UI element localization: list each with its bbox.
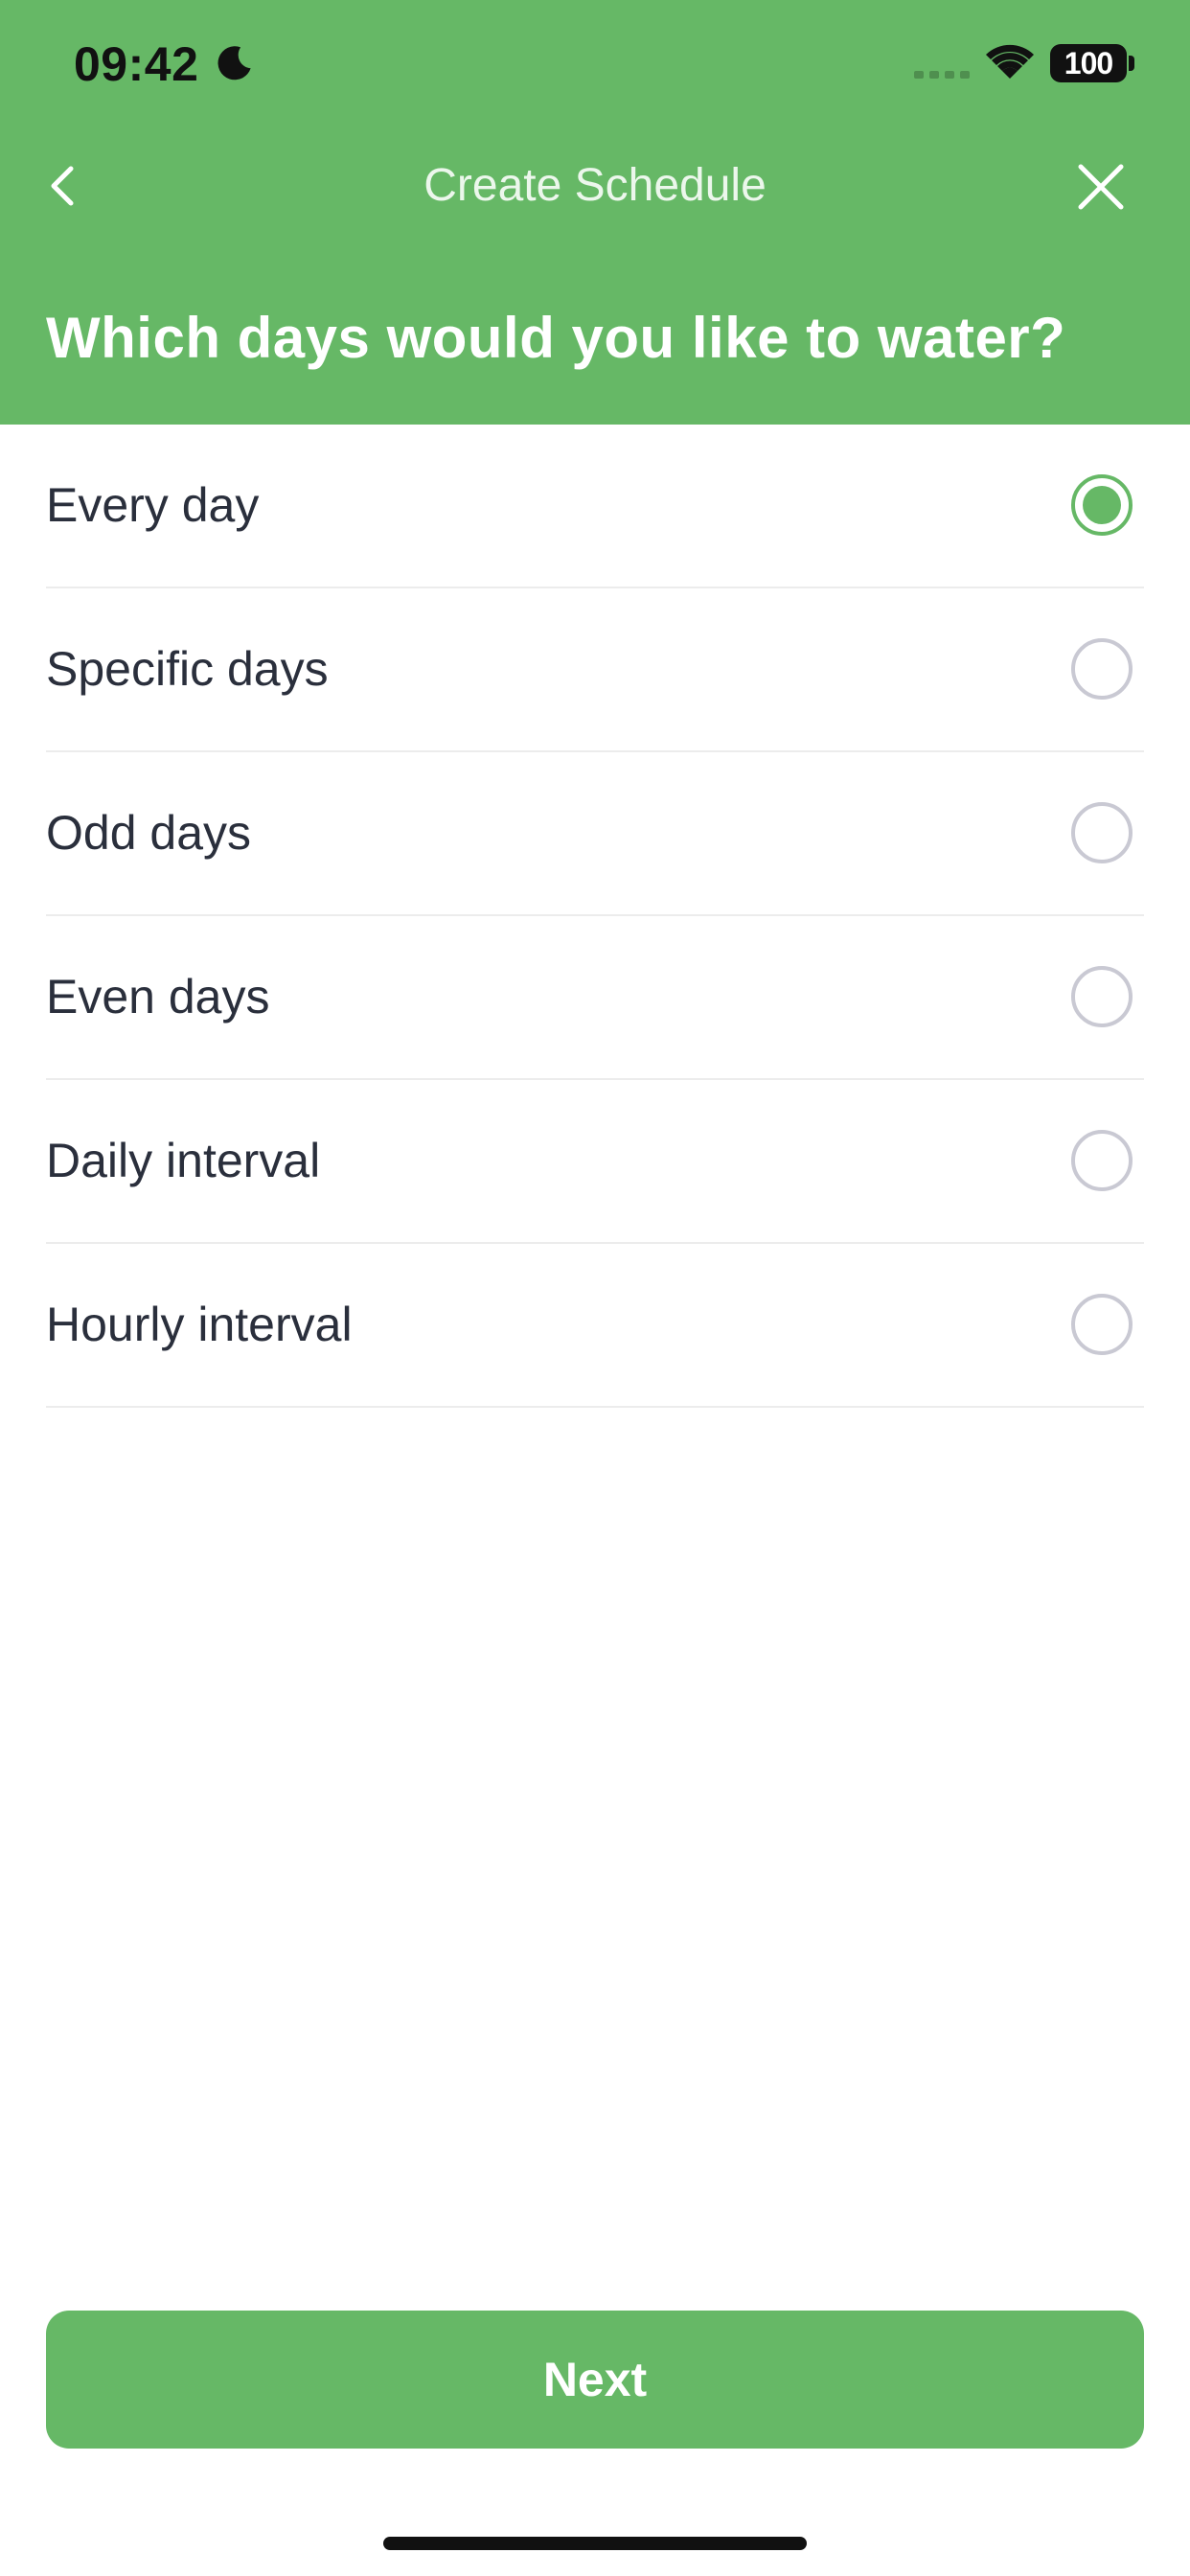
option-odd-days[interactable]: Odd days <box>46 752 1144 916</box>
nav-bar: Create Schedule <box>0 130 1190 249</box>
signal-icon <box>914 71 970 79</box>
home-indicator[interactable] <box>383 2537 807 2550</box>
wifi-icon <box>986 44 1034 79</box>
option-specific-days[interactable]: Specific days <box>46 588 1144 752</box>
options-list: Every day Specific days Odd days Even da… <box>46 425 1144 1408</box>
radio-button-selected[interactable] <box>1071 474 1133 536</box>
status-bar: 09:42 100 <box>0 0 1190 130</box>
next-button[interactable]: Next <box>46 2311 1144 2449</box>
battery-icon: 100 <box>1050 44 1127 82</box>
radio-button[interactable] <box>1071 638 1133 700</box>
close-icon <box>1078 164 1124 210</box>
moon-icon <box>217 46 251 80</box>
radio-button[interactable] <box>1071 802 1133 863</box>
option-label: Every day <box>46 478 260 532</box>
radio-button[interactable] <box>1071 1294 1133 1355</box>
option-label: Daily interval <box>46 1134 321 1187</box>
option-even-days[interactable]: Even days <box>46 916 1144 1080</box>
option-daily-interval[interactable]: Daily interval <box>46 1080 1144 1244</box>
option-label: Specific days <box>46 642 329 696</box>
battery-cap <box>1129 56 1134 71</box>
option-label: Hourly interval <box>46 1298 353 1351</box>
status-time: 09:42 <box>74 37 199 91</box>
radio-button[interactable] <box>1071 966 1133 1027</box>
page-title: Create Schedule <box>423 160 767 211</box>
close-button[interactable] <box>1071 157 1131 217</box>
header: 09:42 100 Create Schedule Which days wou… <box>0 0 1190 425</box>
question-heading: Which days would you like to water? <box>46 306 1066 370</box>
option-hourly-interval[interactable]: Hourly interval <box>46 1244 1144 1408</box>
option-label: Even days <box>46 970 270 1024</box>
radio-button[interactable] <box>1071 1130 1133 1191</box>
create-schedule-screen: 09:42 100 Create Schedule Which days wou… <box>0 0 1190 2576</box>
option-label: Odd days <box>46 806 252 860</box>
battery-level: 100 <box>1064 46 1113 80</box>
option-every-day[interactable]: Every day <box>46 425 1144 588</box>
